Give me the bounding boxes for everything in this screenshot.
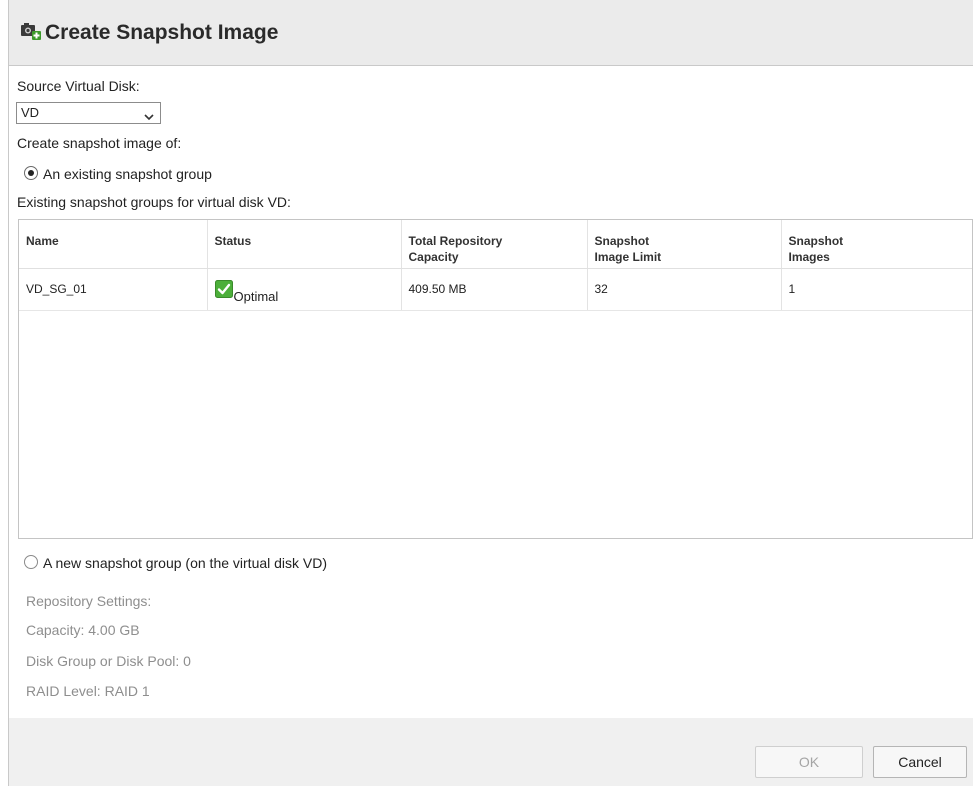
existing-snapshot-group-label[interactable]: An existing snapshot group [43,166,212,182]
column-header-status[interactable]: Status [207,220,402,269]
table-row[interactable]: VD_SG_01 Optimal 409.50 MB 32 1 [19,268,972,311]
new-snapshot-group-label[interactable]: A new snapshot group (on the virtual dis… [43,555,327,571]
create-snapshot-of-label: Create snapshot image of: [17,135,182,151]
column-header-name[interactable]: Name [19,220,208,269]
cancel-button[interactable]: Cancel [873,746,967,778]
source-virtual-disk-select[interactable]: VD [16,102,161,124]
source-virtual-disk-label: Source Virtual Disk: [17,78,140,94]
cell-status: Optimal [207,268,402,311]
cell-capacity: 409.50 MB [401,268,588,311]
snapshot-camera-add-icon [20,22,42,42]
column-header-snapshot-images[interactable]: Snapshot Images [781,220,972,269]
cell-image-limit: 32 [587,268,782,311]
repository-raid-level: RAID Level: RAID 1 [26,683,150,699]
new-snapshot-group-radio[interactable] [24,555,38,569]
existing-groups-label: Existing snapshot groups for virtual dis… [17,194,291,210]
source-virtual-disk-value: VD [21,105,40,120]
ok-button[interactable]: OK [755,746,863,778]
status-text: Optimal [233,288,279,304]
repository-disk-group: Disk Group or Disk Pool: 0 [26,653,191,669]
dialog-header: Create Snapshot Image [9,0,973,66]
cell-snapshot-images: 1 [781,268,972,311]
column-header-image-limit[interactable]: Snapshot Image Limit [587,220,782,269]
dialog-footer: OK Cancel [9,718,973,786]
repository-settings-heading: Repository Settings: [26,593,152,609]
column-header-capacity[interactable]: Total Repository Capacity [401,220,588,269]
green-check-icon [214,279,233,298]
existing-snapshot-group-radio[interactable] [24,166,38,180]
create-snapshot-dialog: Create Snapshot Image Source Virtual Dis… [8,0,973,786]
cell-name: VD_SG_01 [19,268,208,311]
dialog-title: Create Snapshot Image [45,21,279,44]
repository-capacity: Capacity: 4.00 GB [26,622,140,638]
chevron-down-icon [144,108,154,121]
snapshot-groups-table: Name Status Total Repository Capacity Sn… [18,219,973,539]
table-header-row: Name Status Total Repository Capacity Sn… [19,220,972,269]
